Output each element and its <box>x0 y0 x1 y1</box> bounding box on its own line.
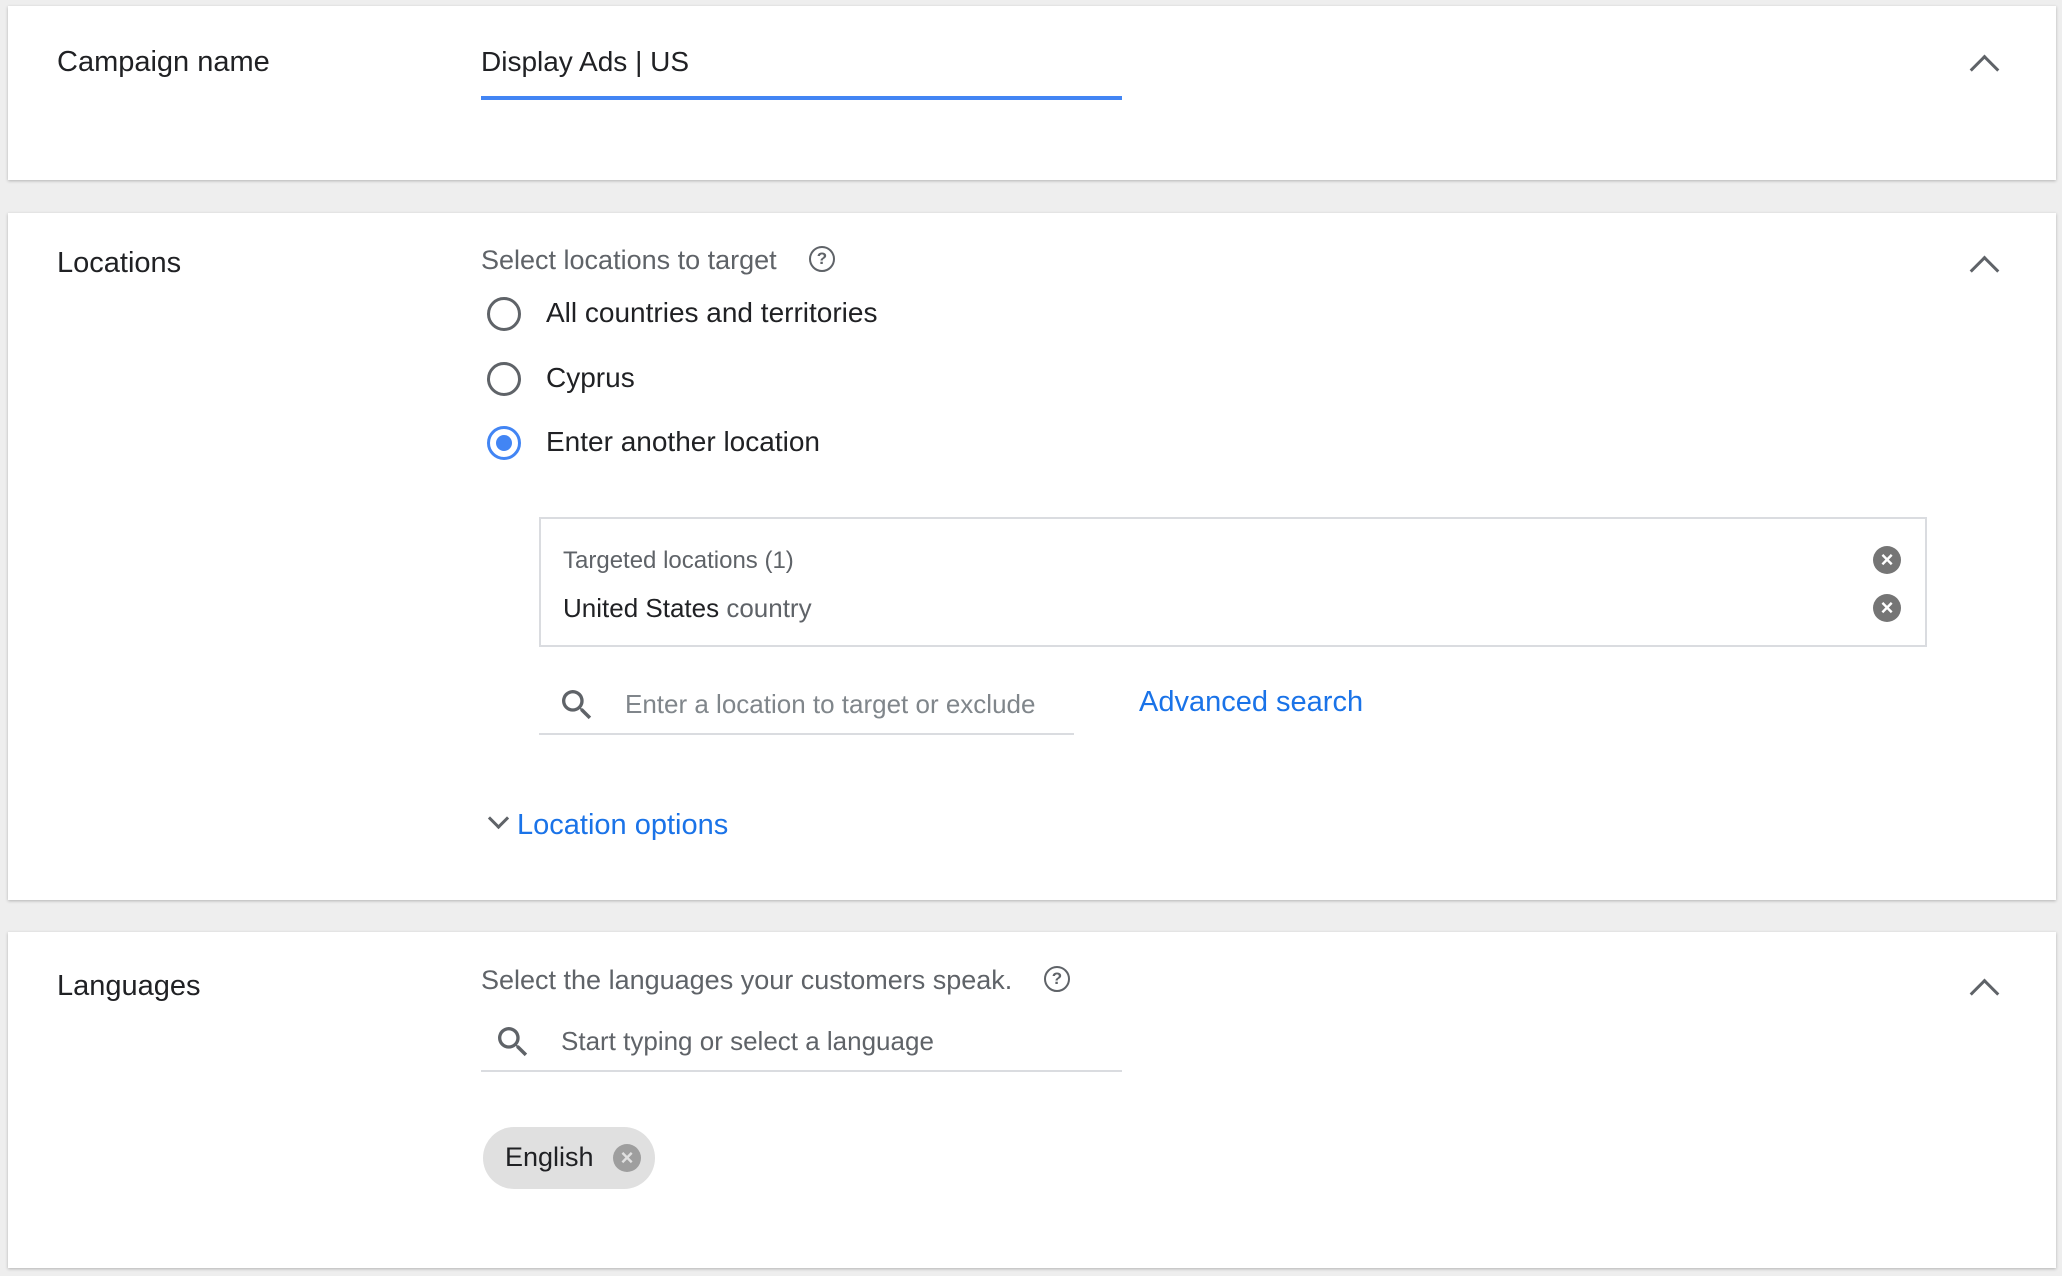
language-search-placeholder: Start typing or select a language <box>561 1026 934 1056</box>
radio-label[interactable]: All countries and territories <box>546 297 877 329</box>
chip-label: English <box>505 1142 594 1172</box>
languages-prompt: Select the languages your customers spea… <box>481 965 1013 995</box>
language-chip: English × <box>483 1127 655 1189</box>
languages-label: Languages <box>57 970 201 1002</box>
targeted-location-item: United States country <box>563 593 812 624</box>
location-options-label[interactable]: Location options <box>517 809 728 842</box>
campaign-name-value: Display Ads | US <box>481 46 690 77</box>
collapse-chevron-up-icon[interactable] <box>1969 54 2000 85</box>
language-search-field[interactable]: Start typing or select a language <box>481 1010 1122 1072</box>
chevron-down-icon <box>487 807 510 830</box>
advanced-search-link[interactable]: Advanced search <box>1139 686 1363 719</box>
locations-prompt: Select locations to target <box>481 245 777 275</box>
search-icon <box>498 1027 528 1057</box>
targeted-locations-header: Targeted locations (1) <box>563 547 794 574</box>
location-name: United States <box>563 593 720 623</box>
radio-button[interactable] <box>487 297 521 331</box>
search-icon <box>562 690 592 720</box>
collapse-chevron-up-icon[interactable] <box>1969 255 2000 286</box>
radio-label[interactable]: Enter another location <box>546 426 820 458</box>
locations-label: Locations <box>57 247 182 279</box>
location-search-placeholder: Enter a location to target or exclude <box>625 689 1036 719</box>
campaign-name-label: Campaign name <box>57 46 270 78</box>
remove-chip-icon[interactable]: × <box>613 1144 641 1172</box>
location-search-field[interactable]: Enter a location to target or exclude <box>539 673 1074 735</box>
remove-location-icon[interactable]: × <box>1873 594 1901 622</box>
location-type: country <box>726 593 812 623</box>
campaign-name-section: Campaign name Display Ads | US <box>8 6 2056 180</box>
help-circle-icon[interactable]: ? <box>1044 966 1070 992</box>
languages-section: Languages Select the languages your cust… <box>8 932 2056 1268</box>
locations-section: Locations Select locations to target ? A… <box>8 213 2056 900</box>
targeted-locations-box: Targeted locations (1) × United States c… <box>539 517 1927 647</box>
help-circle-icon[interactable]: ? <box>809 246 835 272</box>
radio-label[interactable]: Cyprus <box>546 362 635 394</box>
radio-button-selected[interactable] <box>487 426 521 460</box>
clear-all-icon[interactable]: × <box>1873 546 1901 574</box>
radio-button[interactable] <box>487 362 521 396</box>
collapse-chevron-up-icon[interactable] <box>1969 978 2000 1009</box>
campaign-name-input[interactable]: Display Ads | US <box>481 46 1122 100</box>
